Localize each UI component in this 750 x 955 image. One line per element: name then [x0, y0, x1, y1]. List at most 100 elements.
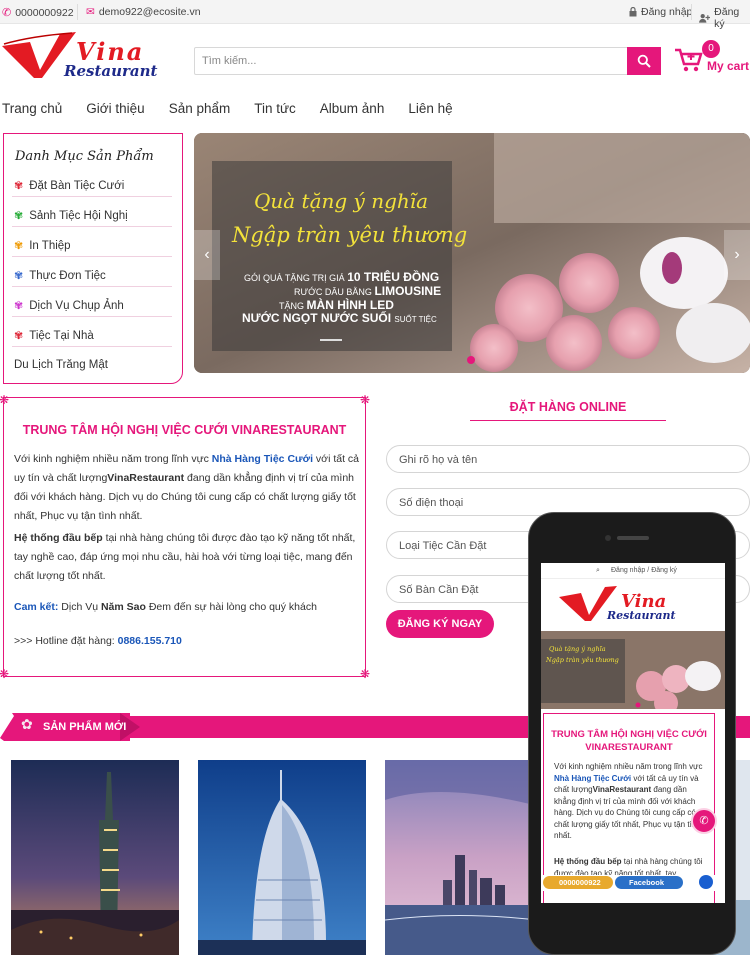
new-products-title: SẢN PHẨM MỚI — [43, 721, 127, 733]
product-image — [11, 760, 179, 955]
hotline-link[interactable]: 0886.155.710 — [118, 635, 182, 647]
mobile-intro-title: TRUNG TÂM HỘI NGHỊ VIỆC CƯỚI VINARESTAUR… — [551, 729, 707, 753]
mobile-login-group[interactable]: Đăng nhập / Đăng ký — [611, 567, 677, 574]
corner-ornament-icon: ❋ — [359, 667, 370, 681]
divider — [12, 256, 172, 257]
mobile-bottom-bar: 0000000922 Facebook — [541, 875, 725, 891]
slider-dot-active[interactable] — [467, 356, 475, 364]
divider — [12, 226, 172, 227]
search-button[interactable] — [627, 47, 661, 75]
banner-prev-button[interactable]: ‹ — [194, 230, 220, 280]
product-image — [198, 760, 366, 955]
nav-home[interactable]: Trang chủ — [2, 101, 62, 121]
nav-album[interactable]: Album ảnh — [320, 101, 385, 121]
divider — [12, 316, 172, 317]
category-item[interactable]: ✾ In Thiệp — [12, 239, 172, 257]
intro-paragraph-3: Cam kết: Dịch Vụ Năm Sao Đem đến sự hài … — [14, 598, 359, 617]
cart-count-badge: 0 — [702, 40, 720, 58]
login-link[interactable]: Đăng nhập — [629, 6, 692, 18]
category-item[interactable]: ✾ Dịch Vụ Chụp Ảnh — [12, 299, 172, 317]
facebook-button[interactable]: Facebook — [615, 876, 683, 889]
divider — [691, 4, 692, 20]
nav-news[interactable]: Tin tức — [254, 101, 296, 121]
logo-sub: Restaurant — [63, 62, 158, 80]
search-box — [194, 47, 661, 75]
search-input[interactable] — [195, 48, 625, 74]
divider — [320, 339, 342, 341]
category-label: In Thiệp — [29, 239, 71, 252]
order-title: ĐẶT HÀNG ONLINE — [509, 400, 627, 414]
category-item[interactable]: ✾ Đặt Bàn Tiệc Cưới — [12, 179, 172, 197]
topbar-email[interactable]: ✉ demo922@ecosite.vn — [86, 6, 201, 18]
corner-ornament-icon: ❋ — [0, 667, 10, 681]
intro-bold: Cam kết: — [14, 601, 59, 613]
nav-contact[interactable]: Liên hệ — [408, 101, 452, 121]
divider — [12, 346, 172, 347]
category-label: Tiệc Tại Nhà — [29, 329, 94, 342]
facebook-label: Facebook — [629, 878, 665, 887]
divider — [12, 196, 172, 197]
register-now-button[interactable]: ĐĂNG KÝ NGAY — [386, 610, 494, 638]
search-icon — [637, 54, 651, 68]
messenger-icon[interactable] — [699, 875, 713, 889]
search-icon[interactable]: ⌕ — [596, 567, 600, 575]
intro-link[interactable]: Nhà Hàng Tiệc Cưới — [212, 453, 313, 465]
intro-text: Đem đến sự hài lòng cho quý khách — [145, 601, 317, 613]
divider — [77, 4, 78, 20]
hero-banner[interactable]: Quà tặng ý nghĩa Ngập tràn yêu thương GÓ… — [194, 133, 750, 373]
site-logo[interactable]: Vina Restaurant — [2, 30, 177, 80]
mobile-text: Với kinh nghiệm nhiều năm trong lĩnh vực — [554, 762, 703, 771]
nav-about[interactable]: Giới thiệu — [86, 101, 144, 121]
category-label: Đặt Bàn Tiệc Cưới — [29, 179, 125, 192]
banner-next-button[interactable]: › — [724, 230, 750, 280]
product-card[interactable] — [11, 760, 179, 955]
call-button[interactable]: ✆ — [691, 808, 717, 834]
mobile-logo[interactable]: Vina Restaurant — [541, 581, 725, 623]
phone-icon: ✆ — [699, 815, 709, 827]
login-label: Đăng nhập — [641, 6, 693, 18]
phone-icon: ✆ — [2, 7, 12, 19]
divider — [470, 420, 666, 421]
category-item[interactable]: ✾ Sảnh Tiệc Hội Nghị — [12, 209, 172, 227]
lock-icon — [629, 7, 637, 17]
mobile-banner[interactable]: Quà tặng ý nghĩa Ngập tràn yêu thương — [541, 631, 725, 709]
chevron-left-icon: ‹ — [204, 246, 210, 263]
flower-icon: ✾ — [14, 330, 24, 342]
category-item[interactable]: ✾ Thực Đơn Tiệc — [12, 269, 172, 287]
category-item[interactable]: ✾ Tiệc Tại Nhà — [12, 329, 172, 347]
offer-highlight: NƯỚC NGỌT NƯỚC SUỐI — [242, 311, 392, 325]
mobile-register[interactable]: Đăng ký — [651, 567, 677, 574]
top-bar: ✆ 0000000922 ✉ demo922@ecosite.vn Đăng n… — [0, 0, 750, 30]
banner-image — [194, 133, 750, 373]
topbar-phone[interactable]: ✆ 0000000922 — [2, 6, 74, 20]
flower-icon: ✾ — [14, 240, 24, 252]
offer-text: SUỐT TIỆC — [394, 315, 437, 324]
cart-button[interactable]: 0 My cart — [674, 38, 750, 78]
main-nav: Trang chủ Giới thiệu Sản phẩm Tin tức Al… — [0, 101, 477, 121]
offer-highlight: MÀN HÌNH LED — [306, 298, 394, 312]
category-label: Dịch Vụ Chụp Ảnh — [29, 299, 124, 312]
category-title: Danh Mục Sản Phẩm — [15, 149, 154, 164]
mobile-login[interactable]: Đăng nhập — [611, 567, 645, 574]
nav-products[interactable]: Sản phẩm — [169, 101, 231, 121]
offer-highlight: LIMOUSINE — [374, 284, 442, 298]
mobile-phone-button[interactable]: 0000000922 — [543, 876, 613, 889]
intro-paragraph-1: Với kinh nghiệm nhiều năm trong lĩnh vực… — [14, 450, 359, 526]
corner-ornament-icon: ❋ — [359, 393, 370, 407]
name-field[interactable]: Ghi rõ họ và tên — [386, 445, 750, 473]
banner-headline-1: Quà tặng ý nghĩa — [254, 189, 429, 213]
mobile-phone-number: 0000000922 — [559, 878, 601, 887]
mobile-link[interactable]: Nhà Hàng Tiệc Cưới — [554, 774, 631, 783]
register-link[interactable]: Đăng ký — [699, 6, 750, 30]
flower-icon: ✾ — [14, 270, 24, 282]
phone-speaker — [617, 536, 649, 540]
product-card[interactable] — [198, 760, 366, 955]
phone-mockup: ⌕ Đăng nhập / Đăng ký Vina Restaurant Quà … — [528, 512, 736, 955]
category-item[interactable]: Du Lịch Trăng Mật — [14, 359, 108, 371]
divider — [12, 286, 172, 287]
user-plus-icon — [699, 14, 711, 23]
topbar-phone-text: 0000000922 — [15, 6, 74, 19]
intro-hotline: >>> Hotline đặt hàng: 0886.155.710 — [14, 632, 359, 651]
corner-ornament-icon: ❋ — [0, 393, 10, 407]
mobile-topbar: ⌕ Đăng nhập / Đăng ký — [541, 563, 725, 579]
